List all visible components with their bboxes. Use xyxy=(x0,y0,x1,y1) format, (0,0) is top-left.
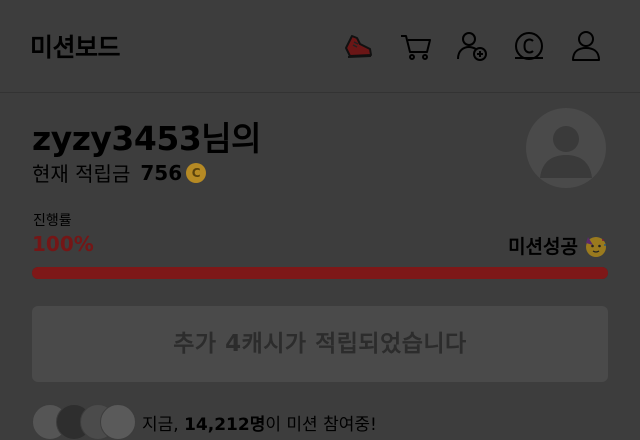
participants-count: 14,212명 xyxy=(184,415,266,435)
participants-suffix: 이 미션 참여중! xyxy=(265,415,377,435)
reward-message: 추가 4캐시가 적립되었습니다 xyxy=(173,331,467,357)
points-row: 현재 적립금 756 C xyxy=(32,158,207,187)
coin-icon: C xyxy=(186,162,207,183)
participant-avatar xyxy=(100,404,136,440)
progress-bar-fill xyxy=(32,267,608,279)
mission-board-screen: 미션보드 zyzy3453님의 현재 적립금 756 C 진행률 100% 미션… xyxy=(0,0,640,440)
participants-count-text: 지금, 14,212명이 미션 참여중! xyxy=(142,410,377,435)
username: zyzy3453님의 xyxy=(32,119,262,158)
points-value: 756 xyxy=(140,160,183,185)
progress-bar xyxy=(32,267,608,279)
user-icon[interactable] xyxy=(568,28,604,64)
add-friend-icon[interactable] xyxy=(454,28,490,64)
page-title: 미션보드 xyxy=(30,33,121,62)
header: 미션보드 xyxy=(0,0,640,92)
mission-status: 미션성공 xyxy=(508,232,608,259)
cash-icon[interactable] xyxy=(511,28,547,64)
party-face-icon xyxy=(584,234,608,258)
cart-icon[interactable] xyxy=(398,28,434,64)
mission-status-text: 미션성공 xyxy=(508,236,578,258)
participants-prefix: 지금, xyxy=(142,415,179,435)
sneaker-icon[interactable] xyxy=(340,28,376,64)
progress-value: 100% xyxy=(32,232,94,256)
points-label: 현재 적립금 xyxy=(32,162,131,186)
header-divider xyxy=(0,92,640,93)
reward-banner: 추가 4캐시가 적립되었습니다 xyxy=(32,306,608,382)
progress-label: 진행률 xyxy=(33,213,72,229)
avatar[interactable] xyxy=(526,108,606,188)
